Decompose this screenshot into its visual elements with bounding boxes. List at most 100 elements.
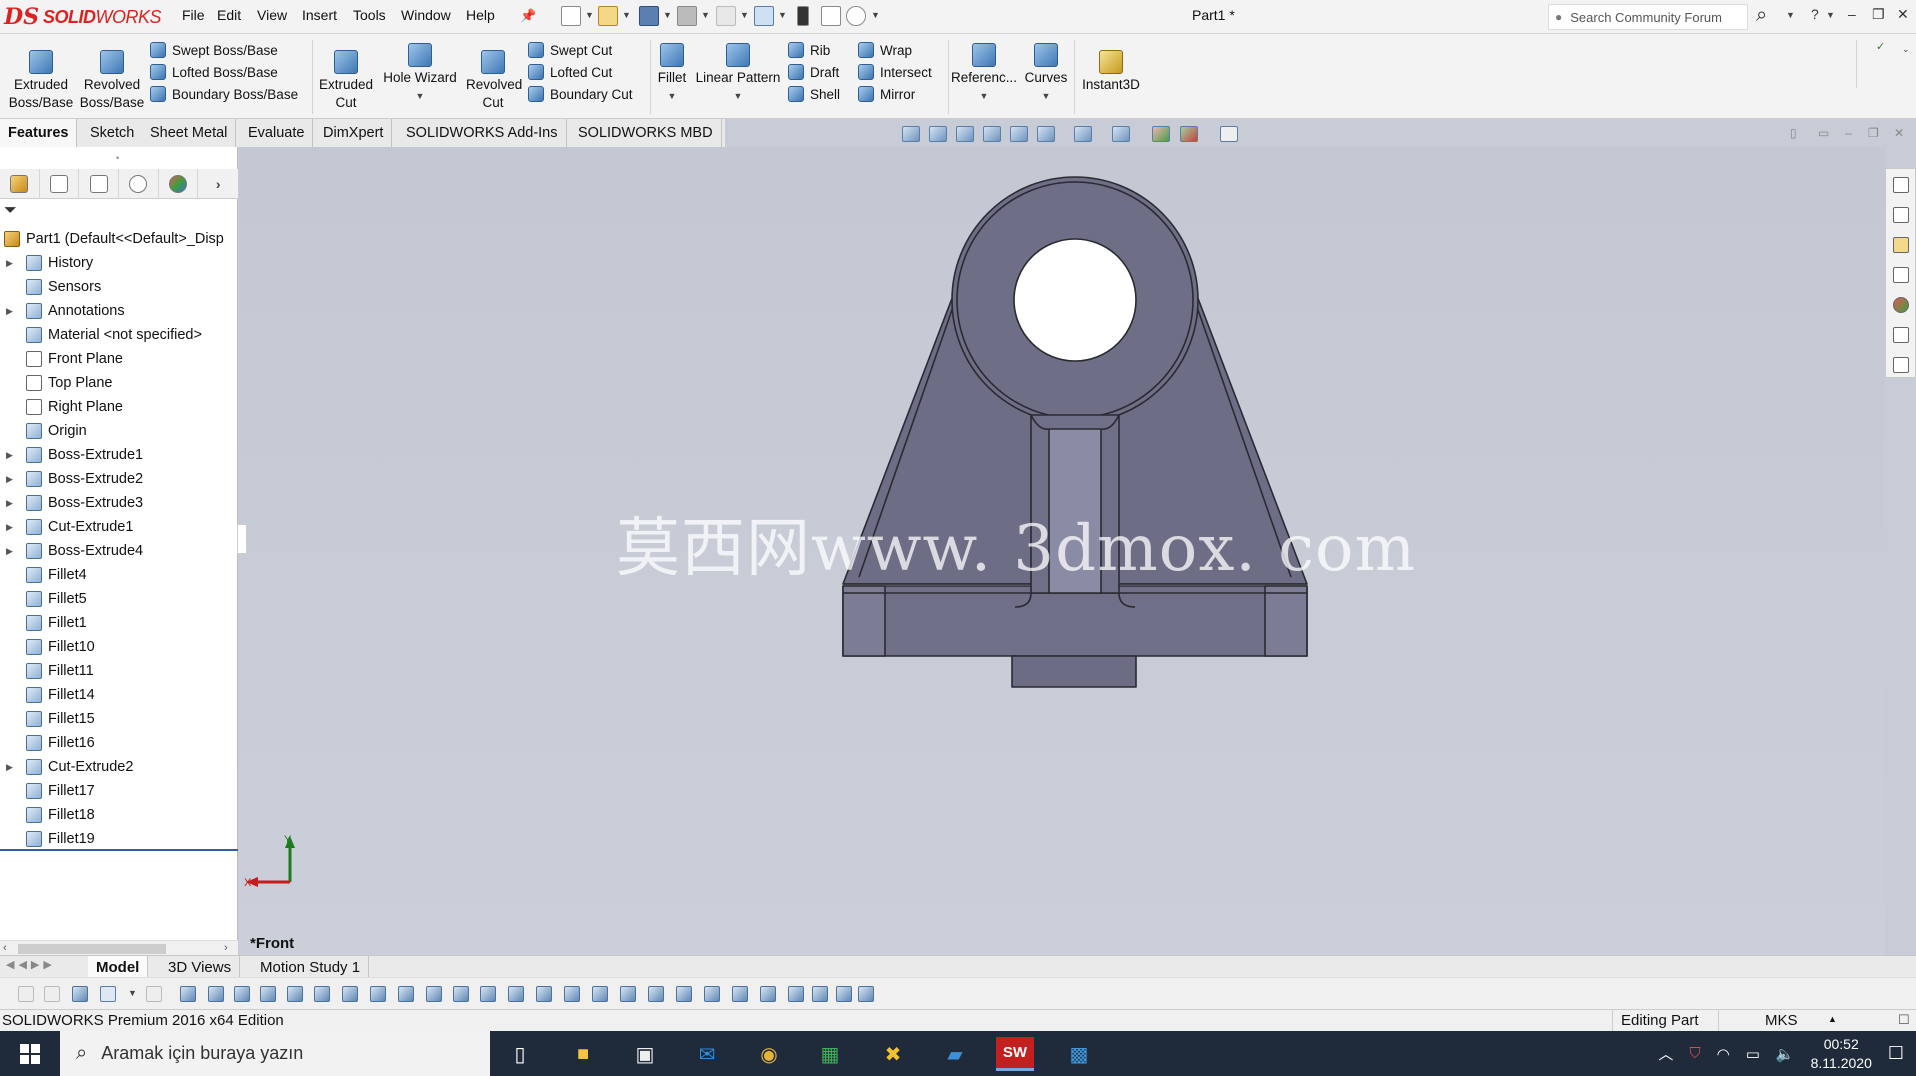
tree-item[interactable]: ▶ Annotations xyxy=(0,299,238,323)
tree-item[interactable]: Front Plane xyxy=(0,347,238,371)
open-dropdown-arrow[interactable]: ▼ xyxy=(622,10,631,20)
design-library-icon[interactable] xyxy=(1893,207,1909,223)
tree-item[interactable]: Fillet5 xyxy=(0,587,238,611)
select-dropdown-arrow[interactable]: ▼ xyxy=(778,10,787,20)
tree-item[interactable]: Fillet1 xyxy=(0,611,238,635)
display-style-icon[interactable] xyxy=(1074,126,1092,142)
tree-item[interactable]: Right Plane xyxy=(0,395,238,419)
filter-midpoints-icon[interactable] xyxy=(426,986,442,1002)
filter-dowel-pins-icon[interactable] xyxy=(760,986,776,1002)
propertymanager-tab[interactable] xyxy=(40,169,80,199)
rib-button[interactable]: Rib xyxy=(788,39,840,61)
open-folder-icon[interactable] xyxy=(598,6,618,26)
panel-collapse-handle[interactable] xyxy=(237,524,247,554)
tab-dimxpert[interactable]: DimXpert xyxy=(315,119,393,147)
show-hidden-icons-chevron[interactable]: ︿ xyxy=(1658,1043,1673,1064)
wifi-icon[interactable]: ◠ xyxy=(1717,1045,1730,1063)
menu-window[interactable]: Window xyxy=(401,7,451,23)
viewport-restore-button[interactable]: ❐ xyxy=(1868,126,1879,140)
view-palette-icon[interactable] xyxy=(1893,267,1909,283)
tree-expand-arrow-icon[interactable]: ▶ xyxy=(6,306,18,317)
traffic-light-icon[interactable] xyxy=(797,6,809,26)
pin-icon[interactable]: 📌 xyxy=(520,8,536,24)
tree-item[interactable]: ▶ Boss-Extrude4 xyxy=(0,539,238,563)
tree-item[interactable]: Fillet14 xyxy=(0,683,238,707)
menu-view[interactable]: View xyxy=(257,7,287,23)
tooltip-bubble-icon[interactable]: ☐ xyxy=(1898,1012,1910,1028)
unit-system-selector[interactable]: MKS xyxy=(1765,1012,1798,1029)
forum-chat-icon[interactable] xyxy=(1893,357,1909,373)
tree-horizontal-scrollbar[interactable]: ‹ › xyxy=(0,940,238,956)
tree-item[interactable]: Fillet19 xyxy=(0,827,238,851)
filter-center-marks-icon[interactable] xyxy=(453,986,469,1002)
tree-expand-arrow-icon[interactable]: ▶ xyxy=(6,474,18,485)
new-dropdown-arrow[interactable]: ▼ xyxy=(585,10,594,20)
options-dropdown-arrow[interactable]: ▼ xyxy=(871,10,880,20)
filter-solid-bodies-icon[interactable] xyxy=(287,986,303,1002)
volume-icon[interactable]: 🔈 xyxy=(1776,1045,1795,1063)
appearances-scenes-icon[interactable] xyxy=(1893,297,1909,313)
displaymanager-tab[interactable] xyxy=(159,169,199,199)
filter-faces-icon[interactable] xyxy=(234,986,250,1002)
filter-connection-points-icon[interactable] xyxy=(788,986,804,1002)
filter-cosmetic-welds-icon[interactable] xyxy=(858,986,874,1002)
configurationmanager-tab[interactable] xyxy=(79,169,120,199)
green-app-icon[interactable]: ▦ xyxy=(813,1037,847,1071)
undo-dropdown-arrow[interactable]: ▼ xyxy=(740,10,749,20)
mail-icon[interactable]: ✉ xyxy=(690,1037,724,1071)
boundary-boss-button[interactable]: Boundary Boss/Base xyxy=(150,83,298,105)
microsoft-store-icon[interactable]: ▣ xyxy=(628,1037,662,1071)
invert-selection-icon[interactable] xyxy=(146,986,162,1002)
file-explorer-icon[interactable] xyxy=(1893,237,1909,253)
viewport-split-icon[interactable]: ▯ xyxy=(1790,126,1797,140)
menu-edit[interactable]: Edit xyxy=(217,7,241,23)
filter-geometric-tolerance-icon[interactable] xyxy=(564,986,580,1002)
command-manager-expand-arrow[interactable]: ⌄ xyxy=(1902,44,1910,55)
select-arrow-icon[interactable] xyxy=(754,6,774,26)
filter-notes-icon[interactable] xyxy=(592,986,608,1002)
hole-wizard-button[interactable]: Hole Wizard ▼ xyxy=(380,43,460,105)
custom-properties-icon[interactable] xyxy=(1893,327,1909,343)
save-dropdown-arrow[interactable]: ▼ xyxy=(663,10,672,20)
tree-item[interactable]: Fillet16 xyxy=(0,731,238,755)
tree-expand-arrow-icon[interactable]: ▶ xyxy=(6,522,18,533)
start-button[interactable] xyxy=(0,1031,60,1076)
file-explorer-taskbar-icon[interactable]: ■ xyxy=(566,1037,600,1071)
view-settings-icon[interactable] xyxy=(1220,126,1238,142)
filter-blocks-icon[interactable] xyxy=(732,986,748,1002)
featuremanager-tab[interactable] xyxy=(0,169,40,199)
filter-routing-points-icon[interactable] xyxy=(812,986,828,1002)
tree-item[interactable]: Fillet15 xyxy=(0,707,238,731)
curves-button[interactable]: Curves ▼ xyxy=(1022,43,1070,105)
select-all-filter-icon[interactable] xyxy=(100,986,116,1002)
solidworks-logo[interactable]: DS SOLIDWORKS xyxy=(4,2,161,32)
scroll-right-arrow[interactable]: › xyxy=(224,942,228,954)
help-question-icon[interactable]: ? xyxy=(1811,6,1819,22)
shell-button[interactable]: Shell xyxy=(788,83,840,105)
dimxpertmanager-tab[interactable] xyxy=(119,169,159,199)
revolved-cut-button[interactable]: Revolved Cut xyxy=(462,50,524,112)
fillet-dropdown-arrow[interactable]: ▼ xyxy=(668,87,677,105)
tree-item[interactable]: Sensors xyxy=(0,275,238,299)
tree-root-part[interactable]: Part1 (Default<<Default>_Disp xyxy=(0,227,238,251)
tree-item[interactable]: Fillet10 xyxy=(0,635,238,659)
extruded-cut-button[interactable]: Extruded Cut xyxy=(316,50,376,112)
scroll-left-arrow[interactable]: ‹ xyxy=(3,942,7,954)
extruded-boss-button[interactable]: Extruded Boss/Base xyxy=(8,50,74,112)
menu-file[interactable]: File xyxy=(182,7,205,23)
action-center-icon[interactable]: ☐ xyxy=(1888,1043,1904,1064)
tab-scroll-arrows[interactable]: ◀◀▶▶ xyxy=(6,958,56,971)
filter-mid-points-icon[interactable] xyxy=(836,986,852,1002)
rollback-bar[interactable] xyxy=(0,849,238,851)
scroll-thumb[interactable] xyxy=(18,944,166,954)
reference-dropdown-arrow[interactable]: ▼ xyxy=(980,87,989,105)
dynamic-annotation-icon[interactable] xyxy=(1010,126,1028,142)
taskbar-clock[interactable]: 00:52 8.11.2020 xyxy=(1811,1035,1872,1073)
tree-filter-icon[interactable]: ⏷ xyxy=(4,202,17,220)
filter-planes-icon[interactable] xyxy=(342,986,358,1002)
panel-splitter-handle[interactable]: • xyxy=(116,153,119,163)
zoom-to-fit-icon[interactable] xyxy=(902,126,920,142)
mirror-button[interactable]: Mirror xyxy=(858,83,932,105)
tree-item[interactable]: Origin xyxy=(0,419,238,443)
task-view-icon[interactable]: ▯ xyxy=(503,1037,537,1071)
